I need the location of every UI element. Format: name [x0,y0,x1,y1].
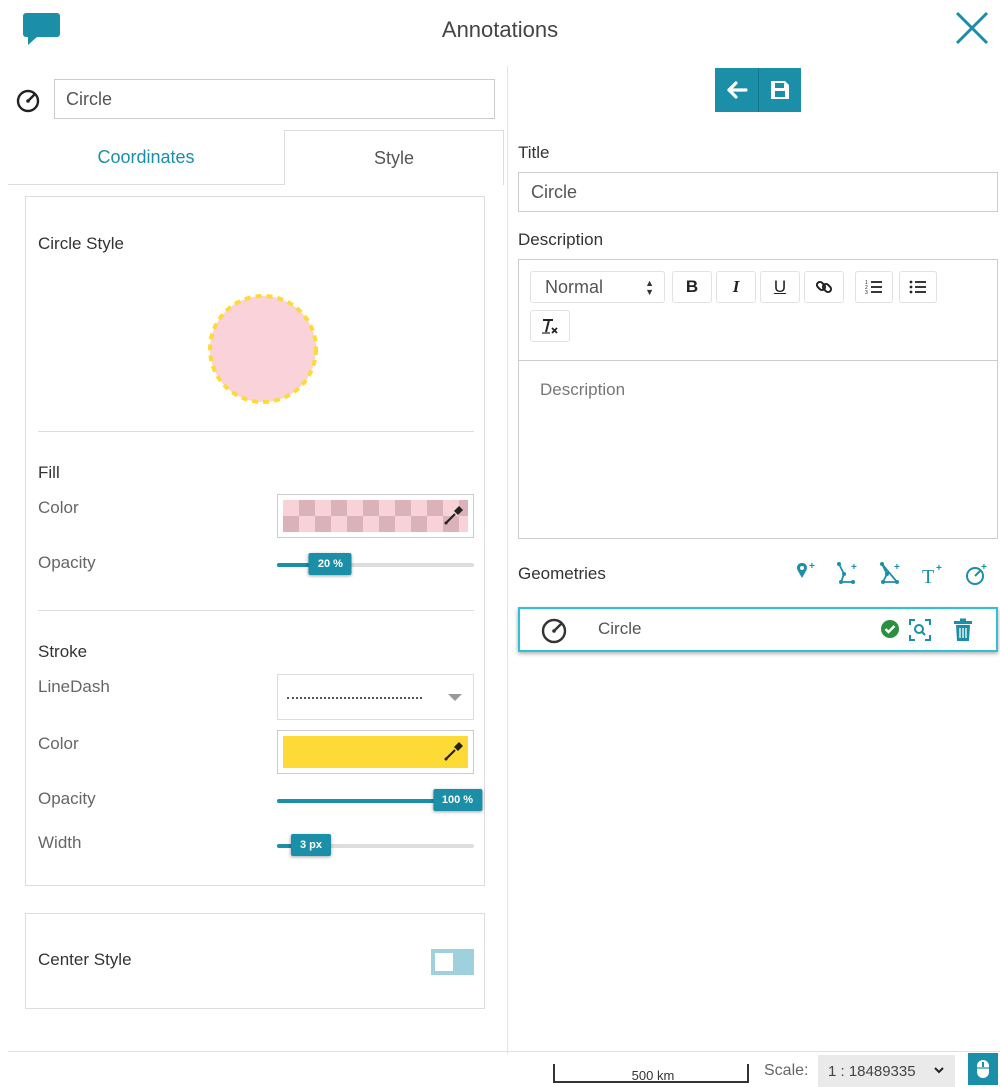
stroke-width-slider[interactable]: 3 px [277,834,474,858]
slider-handle[interactable]: 100 % [432,789,483,811]
slider-handle[interactable]: 20 % [308,553,352,575]
section-divider [38,610,474,611]
bullet-list-button[interactable] [899,271,937,303]
stroke-width-label: Width [38,833,82,852]
bold-button[interactable]: B [672,271,712,303]
stroke-color-picker[interactable] [277,730,474,774]
caret-down-icon [448,694,462,701]
center-style-card: Center Style [25,913,485,1009]
linedash-label: LineDash [38,677,110,696]
center-style-toggle[interactable] [431,949,474,975]
clear-format-button[interactable] [530,310,570,342]
zoom-to-icon[interactable] [908,618,932,642]
fill-color-label: Color [38,498,79,517]
center-style-label: Center Style [38,950,132,969]
trash-icon[interactable] [952,618,974,642]
description-textarea[interactable]: Description [540,380,625,400]
italic-button[interactable]: I [716,271,756,303]
scalebar-label: 500 km [631,1068,675,1083]
chevron-down-icon [934,1067,944,1074]
circle-style-preview [208,294,318,404]
slider-fill [277,563,313,567]
format-select[interactable]: Normal ▲ ▼ [530,271,665,303]
stroke-section-title: Stroke [38,642,88,661]
title-input[interactable] [518,172,998,212]
circle-style-card: Circle Style Fill Color Opacity 20 % Str… [25,196,485,886]
fill-section-title: Fill [38,463,60,482]
tab-style[interactable]: Style [284,130,504,185]
stroke-opacity-label: Opacity [38,789,96,808]
eyedropper-icon[interactable] [443,740,465,762]
svg-text:+: + [894,562,900,573]
mouse-position-button[interactable] [968,1053,998,1085]
add-text-icon[interactable]: T + [921,560,947,588]
svg-text:+: + [981,562,987,573]
geometries-label: Geometries [518,564,606,583]
link-icon [815,280,833,294]
close-icon[interactable] [952,8,992,48]
check-circle-icon [881,620,899,638]
panel-header: Annotations [0,0,1000,62]
ordered-list-icon: 1 2 3 [865,280,882,296]
panel-divider [507,66,508,1054]
description-editor: Normal ▲ ▼ B I U 1 2 3 Description [518,259,998,539]
svg-text:T: T [922,566,934,588]
add-line-icon[interactable]: + [836,560,862,588]
clear-format-icon [542,319,558,334]
add-marker-icon[interactable]: + [795,560,821,588]
circle-geometry-icon [16,89,40,113]
save-button[interactable] [758,68,801,112]
scale-select[interactable]: 1 : 18489335 [818,1055,955,1087]
circle-style-heading: Circle Style [38,234,124,253]
annotation-name-input[interactable] [54,79,495,119]
description-label: Description [518,230,604,249]
slider-fill [277,799,437,803]
slider-handle[interactable]: 3 px [290,834,332,856]
geometry-list-item[interactable]: Circle [518,607,998,652]
stroke-color-swatch [283,736,468,768]
scale-select-value: 1 : 18489335 [828,1063,916,1080]
editor-button-group [715,68,801,112]
footer-divider [8,1051,1000,1052]
stroke-color-label: Color [38,734,79,753]
ordered-list-button[interactable]: 1 2 3 [855,271,893,303]
title-label: Title [518,143,550,162]
circle-geometry-icon [541,618,567,644]
fill-color-picker[interactable] [277,494,474,538]
svg-text:+: + [936,563,942,574]
editor-toolbar: Normal ▲ ▼ B I U 1 2 3 [519,260,997,361]
add-circle-icon[interactable]: + [965,560,991,588]
svg-text:+: + [851,562,857,573]
eyedropper-icon[interactable] [443,504,465,526]
add-polygon-icon[interactable]: + [879,560,905,588]
link-button[interactable] [804,271,844,303]
linedash-preview [287,697,422,699]
map-scalebar: 500 km [553,1064,749,1083]
arrow-left-icon [726,81,748,99]
back-button[interactable] [715,68,758,112]
panel-title: Annotations [441,17,559,42]
section-divider [38,431,474,432]
svg-text:3: 3 [865,290,868,296]
geometry-item-label: Circle [598,619,642,638]
linedash-select[interactable] [277,674,474,720]
format-select-value: Normal [545,276,604,297]
scale-label: Scale: [764,1062,809,1079]
stroke-opacity-slider[interactable]: 100 % [277,789,483,813]
fill-opacity-slider[interactable]: 20 % [277,553,474,577]
bullet-list-icon [909,280,926,294]
svg-text:+: + [809,561,815,572]
underline-button[interactable]: U [760,271,800,303]
fill-opacity-label: Opacity [38,553,96,572]
tab-coordinates[interactable]: Coordinates [8,130,284,185]
select-arrows-icon: ▲ ▼ [645,278,654,297]
save-icon [771,81,789,99]
fill-color-swatch [283,500,468,532]
toggle-knob [435,953,453,971]
mouse-icon [977,1060,989,1078]
style-tabs: Coordinates Style [8,130,504,185]
